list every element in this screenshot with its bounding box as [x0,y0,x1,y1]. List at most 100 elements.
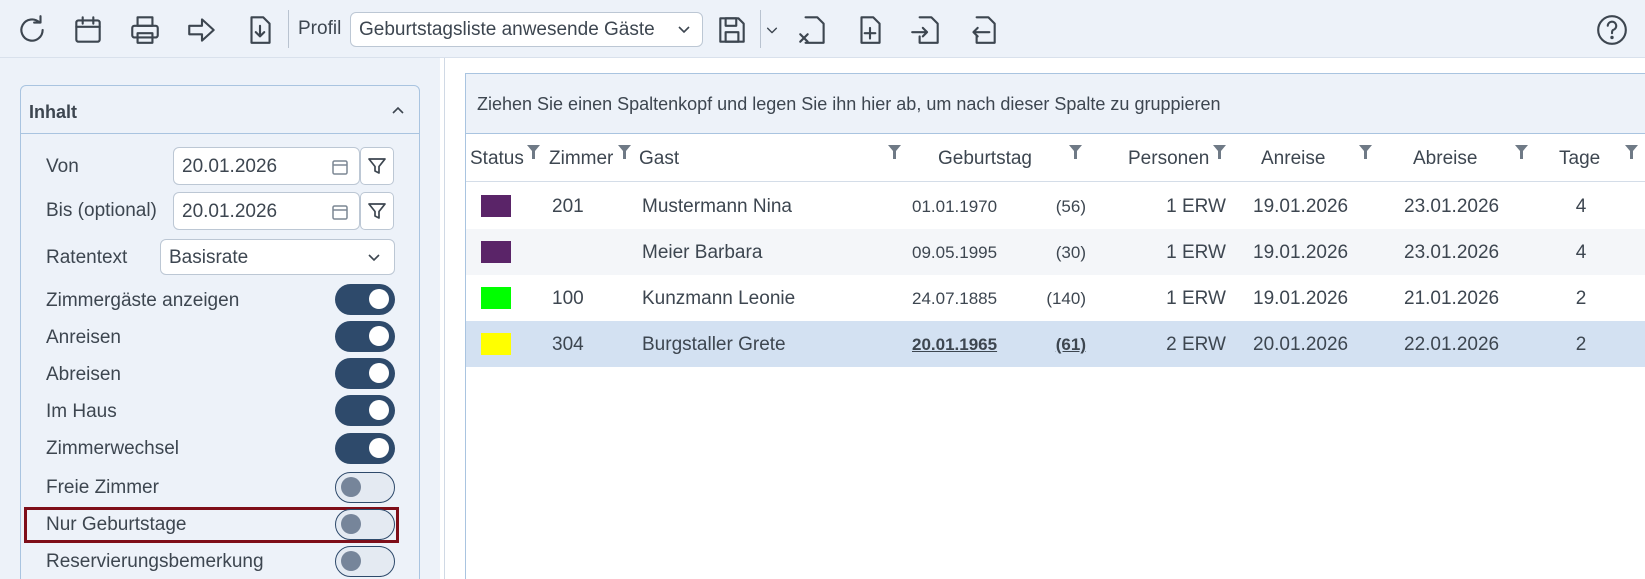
toggle-reservierungsbemerkung[interactable] [335,546,395,577]
cell-tage: 2 [1575,288,1587,309]
toggle-label-freie-zimmer: Freie Zimmer [46,477,159,498]
filter-icon[interactable] [1069,145,1082,159]
cell-anreise: 19.01.2026 [1253,196,1349,217]
column-header-geburtstag[interactable]: Geburtstag [938,148,1032,170]
chevron-up-icon[interactable] [389,102,407,120]
forward-icon[interactable] [182,10,222,50]
column-header-abreise[interactable]: Abreise [1413,148,1477,170]
ratentext-select[interactable]: Basisrate [160,239,395,275]
cell-geburtstag: 24.07.1885 [912,289,998,308]
toggle-knob [369,289,389,309]
table-row[interactable]: 100 Kunzmann Leonie 24.07.1885 (140) 1 E… [466,275,1645,321]
refresh-icon[interactable] [12,10,52,50]
cell-alter: (56) [1055,197,1086,216]
profil-label: Profil [298,18,342,39]
profil-select[interactable]: Geburtstagsliste anwesende Gäste [350,12,703,47]
inhalt-title: Inhalt [29,102,77,122]
cell-zimmer: 304 [552,334,584,355]
toggle-knob [341,514,361,534]
inhalt-header[interactable]: Inhalt [21,86,419,134]
new-file-icon[interactable] [850,10,890,50]
ratentext-value: Basisrate [169,247,249,268]
cell-zimmer: 201 [552,196,584,217]
von-date-input[interactable]: 20.01.2026 [173,147,360,185]
toggle-label-abreisen: Abreisen [46,364,121,385]
chevron-down-icon[interactable] [762,10,782,50]
toggle-knob [341,551,361,571]
profil-select-value: Geburtstagsliste anwesende Gäste [359,19,655,40]
cell-gast: Mustermann Nina [642,196,792,217]
filter-icon[interactable] [1213,145,1226,159]
cell-geburtstag: 09.05.1995 [912,243,998,262]
filter-icon[interactable] [1625,145,1638,159]
toggle-label-zimmergaeste: Zimmergäste anzeigen [46,290,240,311]
table-row[interactable]: 201 Mustermann Nina 01.01.1970 (56) 1 ER… [466,183,1645,229]
export-icon[interactable] [963,10,1003,50]
toggle-abreisen[interactable] [335,358,395,389]
save-icon[interactable] [712,10,752,50]
filter-icon[interactable] [888,145,901,159]
column-header-gast[interactable]: Gast [639,148,679,170]
cell-personen: 1 ERW [1166,288,1226,309]
excel-export-icon[interactable] [793,10,833,50]
panel-divider[interactable] [444,58,445,579]
status-swatch [481,195,511,217]
bis-date-value: 20.01.2026 [182,201,278,222]
download-icon[interactable] [240,10,280,50]
column-header-tage[interactable]: Tage [1559,148,1600,170]
toggle-anreisen[interactable] [335,321,395,352]
column-header-zimmer[interactable]: Zimmer [549,148,613,170]
print-icon[interactable] [125,10,165,50]
von-label: Von [46,156,79,177]
data-grid: Ziehen Sie einen Spaltenkopf und legen S… [465,73,1645,579]
filter-icon[interactable] [1359,145,1372,159]
cell-abreise: 22.01.2026 [1404,334,1500,355]
toggle-zimmergaeste[interactable] [335,284,395,315]
column-header-anreise[interactable]: Anreise [1261,148,1325,170]
toggle-label-anreisen: Anreisen [46,327,121,348]
filter-icon [368,158,386,174]
bis-filter-button[interactable] [360,192,394,230]
cell-tage: 2 [1575,334,1587,355]
toolbar: Profil Geburtstagsliste anwesende Gäste [0,0,1645,58]
status-swatch [481,333,511,355]
toolbar-separator [288,10,289,48]
toolbar-separator [760,10,761,48]
cell-gast: Meier Barbara [642,242,763,263]
calendar-icon[interactable] [68,10,108,50]
bis-date-input[interactable]: 20.01.2026 [173,192,360,230]
toggle-label-nur-geburtstage: Nur Geburtstage [46,514,187,535]
table-row[interactable]: Meier Barbara 09.05.1995 (30) 1 ERW 19.0… [466,229,1645,275]
toggle-freie-zimmer[interactable] [335,472,395,503]
column-header-status[interactable]: Status [470,148,524,170]
group-panel[interactable]: Ziehen Sie einen Spaltenkopf und legen S… [466,74,1645,134]
table-row-selected[interactable]: 304 Burgstaller Grete 20.01.1965 (61) 2 … [466,321,1645,367]
column-header-personen[interactable]: Personen [1128,148,1209,170]
filter-icon[interactable] [1515,145,1528,159]
cell-abreise: 23.01.2026 [1404,242,1500,263]
filter-icon [368,203,386,219]
cell-gast: Burgstaller Grete [642,334,786,355]
import-icon[interactable] [906,10,946,50]
toggle-knob [369,400,389,420]
toggle-zimmerwechsel[interactable] [335,433,395,464]
cell-personen: 2 ERW [1166,334,1226,355]
ratentext-label: Ratentext [46,247,128,268]
cell-anreise: 20.01.2026 [1253,334,1349,355]
grid-header: Status Zimmer Gast Geburtstag Personen A… [466,134,1645,182]
toggle-nur-geburtstage[interactable] [335,509,395,540]
cell-tage: 4 [1575,242,1587,263]
toggle-knob [341,477,361,497]
toggle-knob [369,363,389,383]
cell-alter: (61) [1055,335,1086,354]
calendar-icon[interactable] [331,203,349,221]
chevron-down-icon [366,249,382,265]
chevron-down-icon [676,21,692,37]
von-filter-button[interactable] [360,147,394,185]
cell-anreise: 19.01.2026 [1253,242,1349,263]
help-icon[interactable] [1592,10,1632,50]
toggle-im-haus[interactable] [335,395,395,426]
calendar-icon[interactable] [331,158,349,176]
filter-icon[interactable] [527,145,540,159]
filter-icon[interactable] [618,145,631,159]
